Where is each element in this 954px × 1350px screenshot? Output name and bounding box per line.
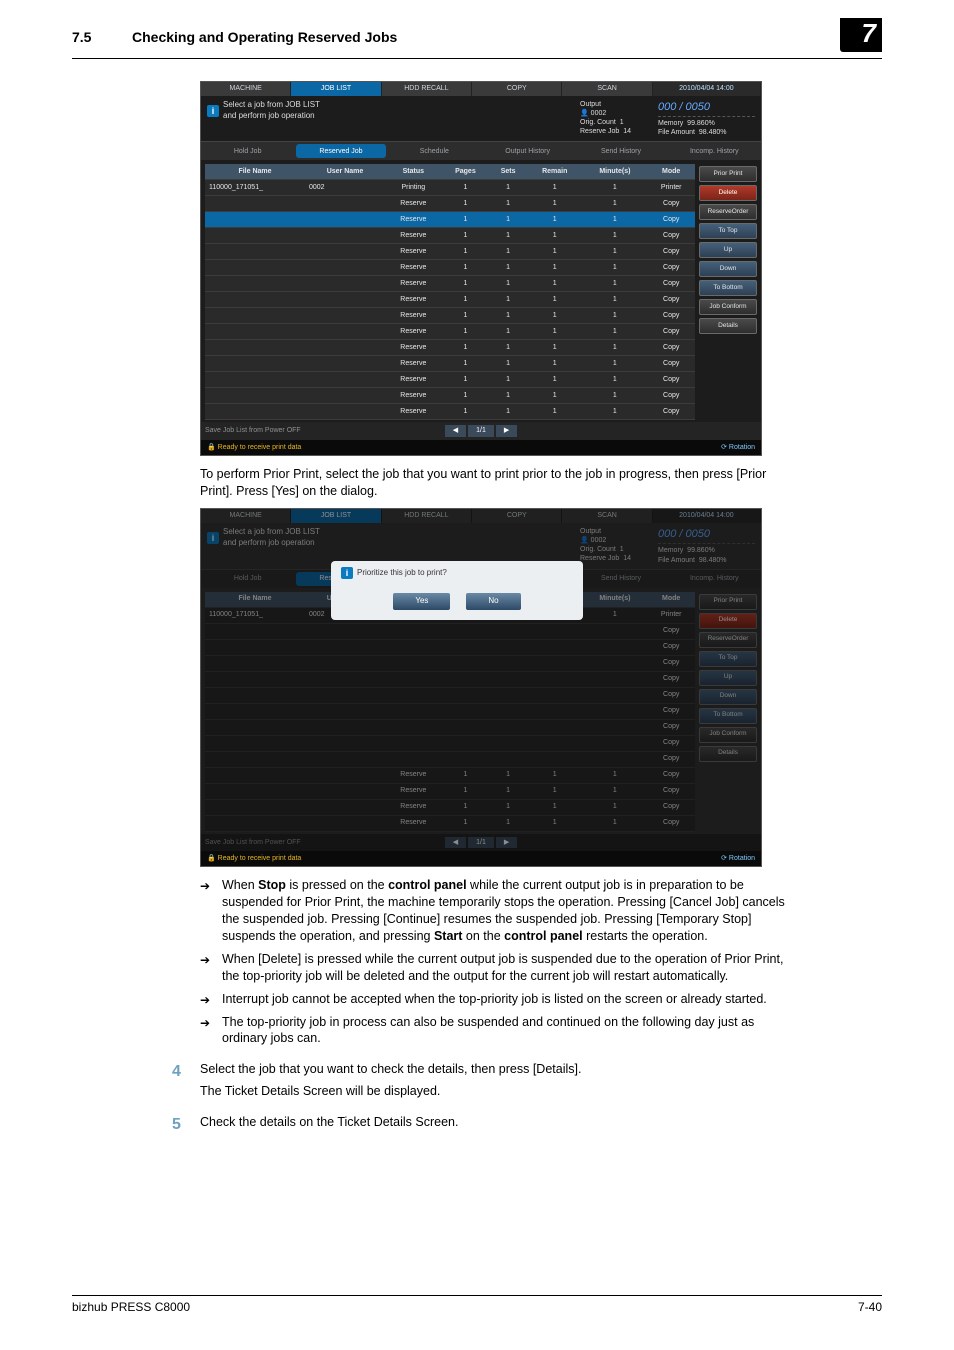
lock-icon: 🔒 Ready to receive print data [207,854,301,863]
tab-copy[interactable]: COPY [472,82,562,96]
r-a0: Orig. Count [580,119,616,126]
col-remain: Remain [527,164,582,180]
panel-sub-tabs: Hold Job Reserved Job Schedule Output Hi… [201,142,761,160]
reserve-order-button[interactable]: ReserveOrder [699,204,757,220]
product-name: bizhub PRESS C8000 [72,1300,190,1314]
down-button[interactable]: Down [699,261,757,277]
col-sets: Sets [489,164,527,180]
foot-label: Save Job List from Power OFF [205,426,442,435]
panel-timestamp: 2010/04/04 14:00 [653,82,761,96]
info-icon: i [207,532,219,544]
table-row[interactable]: Reserve1111Copy [205,340,695,356]
step-4-line-1: Select the job that you want to check th… [200,1061,820,1079]
tab-hdd-recall[interactable]: HDD RECALL [382,82,472,96]
details-button[interactable]: Details [699,318,757,334]
table-row[interactable]: Reserve1111Copy [205,404,695,420]
pager-next-button[interactable]: ▶ [496,425,517,436]
table-row[interactable]: Reserve1111Copy [205,372,695,388]
screenshot-prior-print-dialog: MACHINE JOB LIST HDD RECALL COPY SCAN 20… [200,508,762,867]
pager-prev-button[interactable]: ◀ [445,425,466,436]
subtab-output-history[interactable]: Output History [483,144,572,158]
table-row[interactable]: Reserve1111Copy [205,356,695,372]
bullet-item: Interrupt job cannot be accepted when th… [200,991,794,1008]
step-4: 4 Select the job that you want to check … [200,1061,820,1100]
r-a1: Reserve Job [580,128,619,135]
col-minutes: Minute(s) [582,164,647,180]
col-mode: Mode [647,164,695,180]
lock-icon: 🔒 Ready to receive print data [207,443,301,452]
section-title: Checking and Operating Reserved Jobs [132,29,840,45]
caption-1: To perform Prior Print, select the job t… [200,466,794,500]
table-row[interactable]: Reserve1111Copy [205,324,695,340]
info-icon: i [341,567,353,579]
rotation-label: ⟳ Rotation [721,443,755,452]
job-conform-button[interactable]: Job Conform [699,299,757,315]
to-bottom-button[interactable]: To Bottom [699,280,757,296]
chapter-chip: 7 [840,18,882,52]
prior-print-button[interactable]: Prior Print [699,166,757,182]
table-row[interactable]: Reserve1111Copy [205,276,695,292]
dialog-question: Prioritize this job to print? [357,568,447,579]
user-id: 0002 [591,110,607,117]
tab-job-list[interactable]: JOB LIST [291,82,381,96]
screenshot-reserved-job-list: MACHINE JOB LIST HDD RECALL COPY SCAN 20… [200,81,762,456]
tab-machine[interactable]: MACHINE [201,82,291,96]
page-footer: bizhub PRESS C8000 7-40 [72,1295,882,1314]
subtab-incomp-history[interactable]: Incomp. History [670,144,759,158]
table-row[interactable]: 110000_171051_ 0002 Printing 11 11 Print… [205,180,695,196]
col-file-name: File Name [205,164,305,180]
table-row[interactable]: Reserve1111Copy [205,388,695,404]
panel-head-msg: Select a job from JOB LIST and perform j… [223,100,320,122]
job-table: File Name User Name Status Pages Sets Re… [205,164,695,420]
table-row[interactable]: Reserve1111Copy [205,260,695,276]
prioritize-dialog: i Prioritize this job to print? Yes No [331,561,583,620]
table-row[interactable]: Reserve1111Copy [205,244,695,260]
output-label: Output [580,101,601,108]
subtab-hold-job[interactable]: Hold Job [203,144,292,158]
table-row[interactable]: Reserve1111Copy [205,308,695,324]
step-5-line-1: Check the details on the Ticket Details … [200,1114,820,1132]
bullet-item: When Stop is pressed on the control pane… [200,877,794,945]
panel-header: i Select a job from JOB LIST and perform… [201,96,761,142]
page-header: 7.5 Checking and Operating Reserved Jobs… [72,28,882,59]
step-number: 5 [172,1114,181,1136]
step-5: 5 Check the details on the Ticket Detail… [200,1114,820,1132]
pager-page: 1/1 [468,425,494,436]
col-pages: Pages [442,164,490,180]
rotation-label: ⟳ Rotation [721,854,755,863]
table-row[interactable]: Reserve1111Copy [205,196,695,212]
no-button[interactable]: No [466,593,520,610]
up-button[interactable]: Up [699,242,757,258]
subtab-send-history[interactable]: Send History [576,144,665,158]
delete-button[interactable]: Delete [699,185,757,201]
yes-button[interactable]: Yes [393,593,450,610]
subtab-reserved-job[interactable]: Reserved Job [296,144,385,158]
step-number: 4 [172,1061,181,1083]
col-status: Status [385,164,442,180]
count-value: 000 / 0050 [658,100,755,114]
section-number: 7.5 [72,29,132,45]
to-top-button[interactable]: To Top [699,223,757,239]
tab-scan[interactable]: SCAN [562,82,652,96]
bullet-item: When [Delete] is pressed while the curre… [200,951,794,985]
step-4-line-2: The Ticket Details Screen will be displa… [200,1083,820,1101]
info-icon: i [207,105,219,117]
panel-top-tabs: MACHINE JOB LIST HDD RECALL COPY SCAN 20… [201,82,761,96]
bullet-item: The top-priority job in process can also… [200,1014,794,1048]
col-user-name: User Name [305,164,385,180]
bullet-list: When Stop is pressed on the control pane… [200,877,794,1047]
subtab-schedule[interactable]: Schedule [390,144,479,158]
table-row[interactable]: Reserve1111Copy [205,228,695,244]
table-row[interactable]: Reserve1111Copy [205,292,695,308]
table-row-selected[interactable]: Reserve1111Copy [205,212,695,228]
page-number: 7-40 [858,1300,882,1314]
